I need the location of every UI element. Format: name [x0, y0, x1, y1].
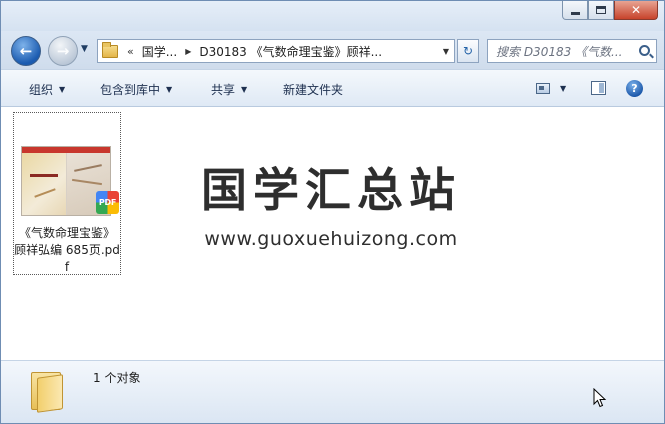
address-overflow[interactable]: « [127, 45, 134, 58]
share-menu[interactable]: 共享 ▼ [211, 81, 247, 98]
watermark-title: 国学汇总站 [201, 163, 461, 217]
change-view-icon[interactable] [536, 83, 550, 94]
refresh-button[interactable]: ↻ [457, 39, 479, 63]
navigation-bar: ← → ▼ « 国学... ▶ D30183 《气数命理宝鉴》顾祥... ▼ ↻… [1, 31, 664, 69]
help-icon[interactable]: ? [626, 80, 643, 97]
maximize-icon [596, 6, 606, 14]
organize-menu[interactable]: 组织 ▼ [29, 81, 65, 98]
command-bar: 组织 ▼ 包含到库中 ▼ 共享 ▼ 新建文件夹 ▼ ? [1, 69, 664, 107]
details-pane: 1 个对象 [1, 360, 664, 423]
folder-icon [102, 41, 118, 58]
close-icon: ✕ [630, 3, 642, 17]
include-in-library-label: 包含到库中 [100, 83, 161, 97]
item-count: 1 个对象 [93, 371, 141, 385]
file-list-area[interactable]: PDF 《气数命理宝鉴》顾祥弘编 685页.pdf 国学汇总站 www.guox… [1, 107, 664, 360]
address-bar[interactable]: « 国学... ▶ D30183 《气数命理宝鉴》顾祥... ▼ [97, 39, 455, 63]
title-bar: ✕ [1, 1, 664, 31]
maximize-button[interactable] [588, 1, 614, 20]
file-name[interactable]: 《气数命理宝鉴》顾祥弘编 685页.pdf [14, 225, 120, 276]
recent-pages-dropdown[interactable]: ▼ [81, 44, 88, 54]
pdf-badge-label: PDF [98, 198, 117, 207]
pdf-icon: PDF [96, 191, 119, 214]
breadcrumb-segment[interactable]: 国学... [142, 43, 177, 60]
explorer-window: ✕ ← → ▼ « 国学... ▶ D30183 《气数命理宝鉴》顾祥... ▼… [0, 0, 665, 424]
minimize-button[interactable] [562, 1, 588, 20]
preview-pane-icon[interactable] [591, 81, 606, 95]
include-in-library-menu[interactable]: 包含到库中 ▼ [100, 81, 172, 98]
forward-button[interactable]: → [48, 36, 78, 66]
new-folder-label: 新建文件夹 [283, 83, 344, 97]
refresh-icon: ↻ [462, 44, 474, 58]
minimize-icon [570, 11, 580, 15]
mouse-cursor-icon [593, 388, 607, 408]
search-input[interactable]: 搜索 D30183 《气数... [496, 43, 632, 60]
back-button[interactable]: ← [11, 36, 41, 66]
chevron-down-icon: ▼ [59, 85, 66, 94]
arrow-right-icon: → [56, 42, 70, 60]
file-item[interactable]: PDF 《气数命理宝鉴》顾祥弘编 685页.pdf [13, 112, 121, 275]
chevron-down-icon: ▼ [166, 85, 173, 94]
watermark-url: www.guoxuehuizong.com [204, 228, 458, 250]
folder-icon [29, 370, 65, 413]
arrow-left-icon: ← [19, 42, 33, 60]
caption-buttons: ✕ [562, 1, 658, 21]
search-icon[interactable] [639, 45, 650, 56]
share-label: 共享 [211, 83, 236, 97]
breadcrumb-segment[interactable]: D30183 《气数命理宝鉴》顾祥... [199, 43, 382, 60]
new-folder-button[interactable]: 新建文件夹 [283, 81, 343, 98]
chevron-right-icon[interactable]: ▶ [185, 47, 191, 56]
view-options-dropdown[interactable]: ▼ [560, 84, 566, 93]
address-dropdown-icon[interactable]: ▼ [443, 47, 449, 56]
close-button[interactable]: ✕ [614, 1, 658, 20]
organize-label: 组织 [29, 83, 54, 97]
watermark: 国学汇总站 www.guoxuehuizong.com [131, 162, 531, 250]
search-box[interactable]: 搜索 D30183 《气数... [487, 39, 657, 63]
help-label: ? [631, 82, 638, 95]
chevron-down-icon: ▼ [241, 85, 248, 94]
